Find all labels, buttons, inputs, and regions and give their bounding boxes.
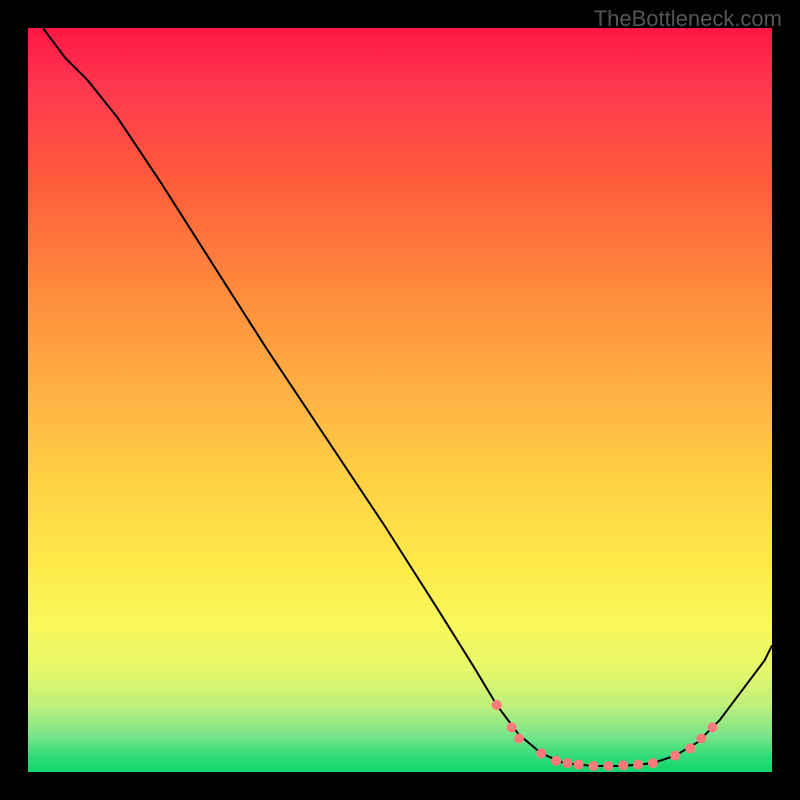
data-point bbox=[507, 722, 517, 732]
bottleneck-curve bbox=[43, 28, 772, 766]
data-point bbox=[588, 761, 598, 771]
data-point bbox=[685, 743, 695, 753]
data-point bbox=[514, 734, 524, 744]
data-points-group bbox=[492, 700, 718, 771]
data-point bbox=[648, 758, 658, 768]
data-point bbox=[492, 700, 502, 710]
data-point bbox=[618, 760, 628, 770]
plot-area bbox=[28, 28, 772, 772]
data-point bbox=[574, 760, 584, 770]
data-point bbox=[562, 758, 572, 768]
data-point bbox=[536, 748, 546, 758]
data-point bbox=[708, 722, 718, 732]
data-point bbox=[633, 760, 643, 770]
chart-svg bbox=[28, 28, 772, 772]
data-point bbox=[551, 756, 561, 766]
data-point bbox=[670, 751, 680, 761]
data-point bbox=[696, 734, 706, 744]
data-point bbox=[603, 761, 613, 771]
watermark-text: TheBottleneck.com bbox=[594, 6, 782, 32]
